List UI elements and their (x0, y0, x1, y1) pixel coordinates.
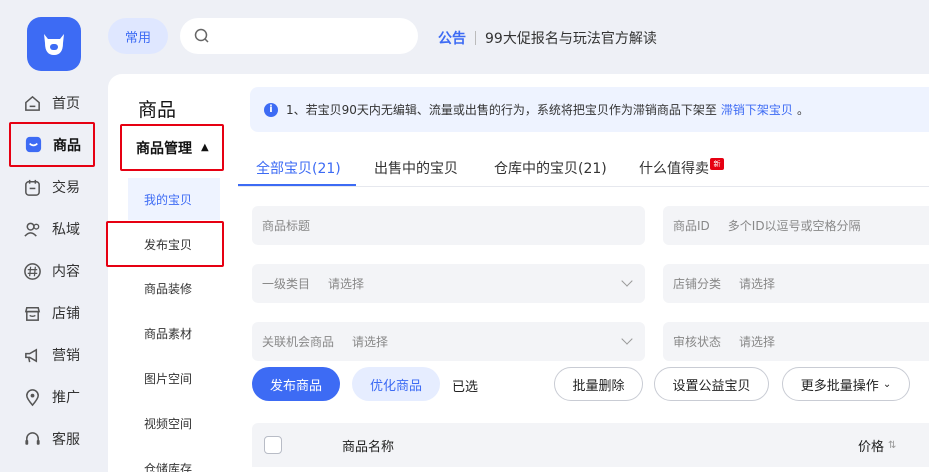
sidebar-item-label: 客服 (52, 432, 80, 448)
sidebar-item-promote[interactable]: 推广 (16, 379, 100, 415)
chevron-down-icon (621, 275, 633, 287)
hash-icon (24, 262, 41, 280)
cow-logo-icon (44, 34, 64, 55)
sidebar-item-marketing[interactable]: 营销 (16, 337, 100, 373)
subnav-item-decoration[interactable]: 商品装修 (128, 267, 220, 309)
opportunity-select[interactable]: 关联机会商品 请选择 (252, 322, 645, 361)
tab-warehouse[interactable]: 仓库中的宝贝(21) (494, 158, 607, 186)
info-tail: 。 (796, 103, 809, 117)
sort-icon: ⇅ (888, 440, 897, 451)
info-banner: i 1、若宝贝90天内无编辑、流量或出售的行为，系统将把宝贝作为滞销商品下架至 … (250, 87, 929, 132)
sidebar-item-label: 交易 (52, 180, 80, 196)
page-title: 商品 (138, 99, 177, 121)
tab-all-items[interactable]: 全部宝贝(21) (256, 158, 341, 186)
tabs-divider (238, 186, 929, 187)
sidebar-item-label: 私域 (52, 222, 80, 238)
chevron-down-icon (621, 333, 633, 345)
chevron-up-icon: ▲ (201, 142, 209, 153)
subnav-goods-management[interactable]: 商品管理 ▲ (120, 124, 224, 171)
trade-icon (25, 179, 40, 196)
chevron-down-icon: ⌄ (882, 378, 892, 390)
category-select[interactable]: 一级类目 请选择 (252, 264, 645, 303)
subnav-item-inventory[interactable]: 仓储库存 (128, 447, 220, 472)
shop-category-select[interactable]: 店铺分类 请选择 (663, 264, 929, 303)
shop-category-placeholder: 请选择 (739, 277, 776, 291)
publish-goods-button[interactable]: 发布商品 (252, 367, 340, 401)
opportunity-label: 关联机会商品 (262, 335, 335, 349)
sidebar-item-private[interactable]: 私域 (16, 211, 100, 247)
more-batch-label: 更多批量操作 (800, 378, 879, 394)
category-placeholder: 请选择 (328, 277, 365, 291)
sidebar-item-label: 店铺 (52, 306, 80, 322)
optimize-goods-button[interactable]: 优化商品 (352, 367, 440, 401)
info-text: 1、若宝贝90天内无编辑、流量或出售的行为，系统将把宝贝作为滞销商品下架至 (286, 103, 717, 117)
goods-icon (25, 136, 42, 153)
batch-delete-button[interactable]: 批量删除 (554, 367, 643, 401)
review-status-label: 审核状态 (673, 335, 722, 349)
sidebar-item-service[interactable]: 客服 (16, 421, 100, 457)
sidebar-item-home[interactable]: 首页 (16, 85, 100, 121)
sidebar-item-label: 首页 (52, 96, 80, 112)
column-price[interactable]: 价格 ⇅ (858, 436, 896, 455)
more-batch-actions-button[interactable]: 更多批量操作 ⌄ (782, 367, 910, 401)
location-icon (26, 388, 39, 406)
sidebar-item-content[interactable]: 内容 (16, 253, 100, 289)
new-badge: 新 (710, 158, 724, 170)
goods-id-label: 商品ID (673, 219, 710, 233)
subnav-item-videos[interactable]: 视频空间 (128, 402, 220, 444)
goods-id-placeholder: 多个ID以逗号或空格分隔 (727, 219, 861, 233)
search-input[interactable] (180, 18, 418, 54)
sidebar-item-label: 营销 (52, 348, 80, 364)
goods-title-input[interactable]: 商品标题 (252, 206, 645, 245)
opportunity-placeholder: 请选择 (352, 335, 389, 349)
sidebar-item-label: 商品 (53, 137, 81, 154)
select-all-checkbox[interactable] (264, 436, 282, 454)
category-label: 一级类目 (262, 277, 311, 291)
sidebar-item-label: 推广 (52, 390, 80, 406)
shop-icon (24, 306, 41, 321)
common-button[interactable]: 常用 (108, 18, 168, 54)
subnav-item-publish[interactable]: 发布宝贝 (106, 221, 224, 267)
headset-icon (25, 431, 40, 445)
info-icon: i (264, 102, 278, 117)
app-logo[interactable] (27, 17, 81, 71)
goods-title-placeholder: 商品标题 (262, 219, 311, 233)
announcement-text[interactable]: 99大促报名与玩法官方解读 (485, 28, 657, 48)
sidebar-item-shop[interactable]: 店铺 (16, 295, 100, 331)
review-status-select[interactable]: 审核状态 请选择 (663, 322, 929, 361)
sidebar-item-trade[interactable]: 交易 (16, 169, 100, 205)
announcement[interactable]: 公告 99大促报名与玩法官方解读 (438, 28, 657, 48)
subnav-item-materials[interactable]: 商品素材 (128, 312, 220, 354)
users-icon (24, 222, 40, 237)
sidebar-item-goods[interactable]: 商品 (9, 122, 95, 167)
goods-id-input[interactable]: 商品ID 多个ID以逗号或空格分隔 (663, 206, 929, 245)
column-goods-name: 商品名称 (342, 440, 395, 455)
tab-on-sale[interactable]: 出售中的宝贝 (374, 158, 458, 186)
column-price-label: 价格 (858, 440, 885, 455)
subnav-item-my-items[interactable]: 我的宝贝 (128, 178, 220, 220)
subnav-item-images[interactable]: 图片空间 (128, 357, 220, 399)
active-tab-indicator (238, 184, 356, 186)
tab-worth-selling[interactable]: 什么值得卖新 (639, 158, 724, 186)
divider (475, 31, 476, 45)
sidebar-item-label: 内容 (52, 264, 80, 280)
megaphone-icon (25, 347, 38, 363)
announcement-label: 公告 (438, 31, 466, 47)
unsold-items-link[interactable]: 滞销下架宝贝 (721, 101, 793, 118)
review-status-placeholder: 请选择 (739, 335, 776, 349)
shop-category-label: 店铺分类 (673, 277, 722, 291)
subnav-header-label: 商品管理 (136, 140, 192, 157)
home-icon (25, 95, 40, 111)
selected-count: 已选 (452, 380, 479, 395)
search-icon (194, 28, 209, 43)
set-charity-button[interactable]: 设置公益宝贝 (654, 367, 769, 401)
tab-label: 什么值得卖 (639, 161, 709, 177)
